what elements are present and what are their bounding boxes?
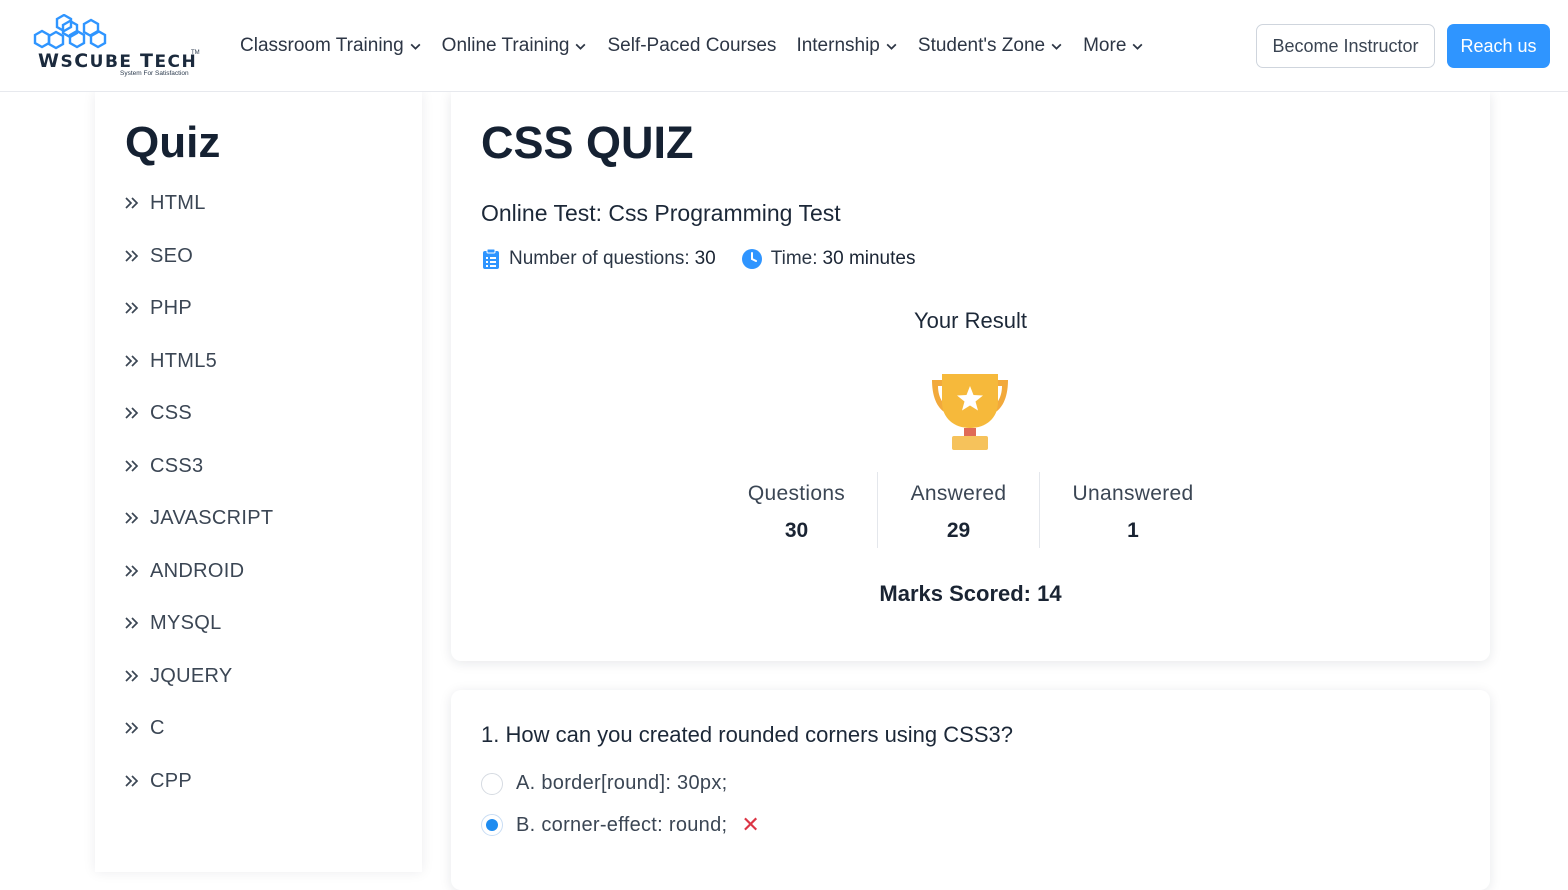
double-chevron-right-icon: [125, 354, 139, 367]
nav-students-zone[interactable]: Student's Zone: [918, 35, 1063, 57]
nav-label: More: [1083, 35, 1127, 56]
logo-text: WSCUBE TECH: [38, 50, 198, 72]
clipboard-list-icon: [483, 248, 499, 269]
stat-value: 1: [1127, 519, 1139, 542]
trophy-icon: [932, 374, 1008, 450]
sidebar-item-jquery[interactable]: JQUERY: [124, 665, 273, 718]
sidebar-item-mysql[interactable]: MYSQL: [124, 612, 273, 665]
sidebar-title: Quiz: [125, 118, 221, 167]
stat-value: 29: [946, 519, 971, 542]
sidebar-item-html[interactable]: HTML: [124, 192, 273, 245]
sidebar-item-label: CSS3: [150, 454, 204, 477]
double-chevron-right-icon: [125, 459, 139, 472]
wrong-answer-icon: ✕: [741, 812, 761, 837]
sidebar-item-css[interactable]: CSS: [124, 402, 273, 455]
nav-label: Internship: [796, 35, 880, 56]
double-chevron-right-icon: [125, 407, 139, 419]
sidebar-item-label: C: [150, 717, 165, 739]
radio-option-a[interactable]: [481, 772, 503, 795]
stat-value: 30: [784, 519, 809, 542]
sidebar-item-seo[interactable]: SEO: [124, 245, 273, 298]
double-chevron-right-icon: [125, 302, 139, 314]
chevron-down-icon: [886, 43, 897, 50]
chevron-down-icon: [1051, 43, 1062, 50]
sidebar-item-html5[interactable]: HTML5: [124, 350, 273, 403]
option-label: B. corner-effect: round;: [516, 813, 728, 836]
nav-more[interactable]: More: [1083, 35, 1144, 57]
stat-unanswered: Unanswered 1: [1040, 472, 1226, 548]
sidebar-item-css3[interactable]: CSS3: [124, 455, 273, 508]
test-subtitle: Online Test: Css Programming Test: [481, 200, 841, 226]
nav-label: Self-Paced Courses: [607, 35, 777, 56]
stat-label: Questions: [747, 482, 846, 505]
reach-us-button[interactable]: Reach us: [1447, 24, 1550, 68]
sidebar-item-label: MYSQL: [150, 612, 222, 634]
sidebar-item-label: CSS: [150, 402, 193, 424]
main-nav: Classroom Training Online Training Self-…: [240, 0, 1164, 92]
option-label: A. border[round]: 30px;: [516, 772, 728, 794]
double-chevron-right-icon: [125, 564, 139, 577]
clock-icon: [741, 249, 762, 269]
chevron-down-icon: [576, 43, 586, 50]
time-limit: Time: 30 minutes: [741, 248, 916, 270]
chevron-down-icon: [410, 43, 421, 50]
option-a[interactable]: A. border[round]: 30px;: [481, 772, 727, 795]
sidebar-item-android[interactable]: ANDROID: [124, 560, 273, 613]
page-title: CSS QUIZ: [481, 117, 694, 168]
double-chevron-right-icon: [125, 774, 139, 787]
radio-option-b[interactable]: [481, 814, 503, 836]
nav-internship[interactable]: Internship: [796, 35, 897, 57]
question-card: 1. How can you created rounded corners u…: [451, 690, 1490, 890]
stat-label: Answered: [910, 482, 1007, 505]
quiz-category-list: HTML SEO PHP HTML5 CSS CSS3 JAVASCRIPT ANDROID M…: [124, 192, 273, 822]
double-chevron-right-icon: [125, 669, 139, 682]
chevron-down-icon: [1132, 43, 1143, 50]
sidebar-item-javascript[interactable]: JAVASCRIPT: [124, 507, 273, 560]
sidebar-item-c[interactable]: C: [124, 717, 273, 770]
sidebar-item-label: JAVASCRIPT: [150, 507, 274, 529]
time-label: Time:: [770, 248, 818, 269]
question-text: 1. How can you created rounded corners u…: [481, 722, 1013, 747]
quiz-result-card: CSS QUIZ Online Test: Css Programming Te…: [451, 92, 1490, 661]
result-heading: Your Result: [914, 308, 1027, 333]
sidebar-item-label: CPP: [150, 769, 193, 792]
nav-label: Student's Zone: [917, 35, 1046, 56]
quiz-meta: Number of questions: 30 Time: 30 minutes: [481, 248, 940, 270]
stat-answered: Answered 29: [878, 472, 1040, 548]
double-chevron-right-icon: [125, 617, 139, 629]
logo-trademark: TM: [191, 50, 200, 56]
double-chevron-right-icon: [125, 722, 139, 734]
sidebar-item-label: HTML5: [150, 349, 218, 372]
sidebar-item-label: SEO: [150, 244, 194, 267]
nav-online-training[interactable]: Online Training: [442, 35, 588, 57]
marks-scored: Marks Scored: 14: [879, 581, 1062, 606]
time-value: 30 minutes: [822, 248, 916, 269]
logo-tagline: System For Satisfaction: [120, 70, 189, 77]
site-header: WSCUBE TECH TM System For Satisfaction C…: [0, 0, 1568, 92]
questions-label: Number of questions:: [509, 248, 690, 269]
sidebar-item-label: HTML: [150, 192, 206, 214]
sidebar-item-php[interactable]: PHP: [124, 297, 273, 350]
nav-label: Online Training: [441, 35, 570, 56]
double-chevron-right-icon: [125, 197, 139, 209]
nav-label: Classroom Training: [240, 35, 404, 56]
double-chevron-right-icon: [125, 249, 139, 262]
hexagon-logo-icon: [33, 14, 107, 50]
sidebar-item-label: PHP: [150, 297, 193, 319]
result-stats: Questions 30 Answered 29 Unanswered 1: [716, 472, 1226, 548]
sidebar-item-cpp[interactable]: CPP: [124, 770, 273, 823]
wscube-logo[interactable]: WSCUBE TECH TM System For Satisfaction: [33, 14, 203, 78]
stat-questions: Questions 30: [716, 472, 878, 548]
option-b[interactable]: B. corner-effect: round; ✕: [481, 812, 760, 838]
stat-label: Unanswered: [1072, 482, 1194, 505]
nav-classroom-training[interactable]: Classroom Training: [240, 35, 422, 57]
sidebar-item-label: JQUERY: [150, 664, 233, 687]
questions-value: 30: [694, 248, 716, 269]
quiz-sidebar: Quiz HTML SEO PHP HTML5 CSS CSS3 JAVASCRIPT AND…: [95, 92, 422, 872]
double-chevron-right-icon: [125, 512, 139, 524]
questions-count: Number of questions: 30: [481, 248, 716, 270]
sidebar-item-label: ANDROID: [150, 559, 245, 582]
become-instructor-button[interactable]: Become Instructor: [1256, 24, 1435, 68]
nav-self-paced-courses[interactable]: Self-Paced Courses: [607, 35, 776, 57]
